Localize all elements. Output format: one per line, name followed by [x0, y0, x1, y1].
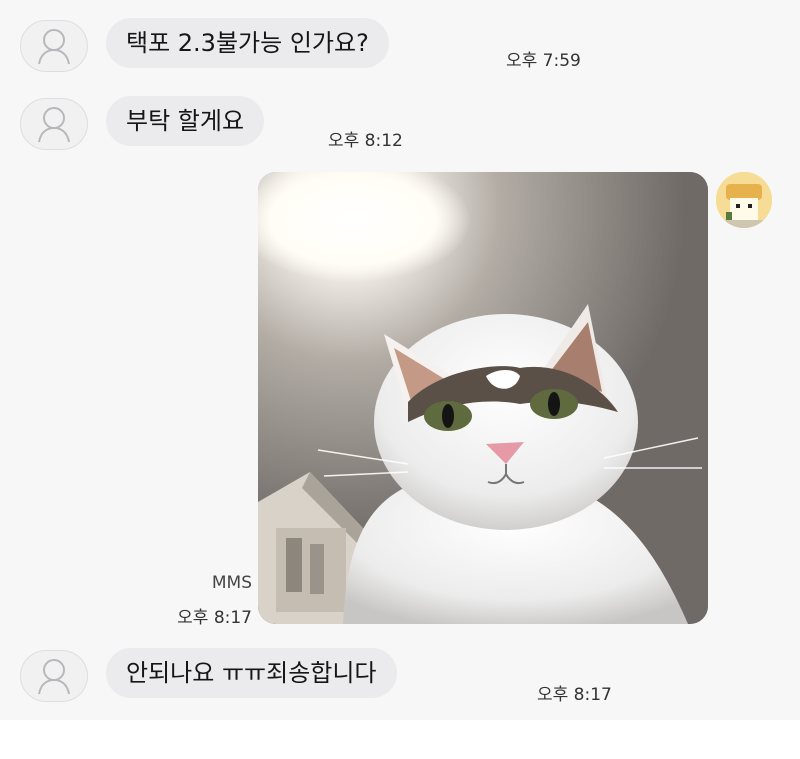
profile-picture-icon [716, 172, 772, 228]
message-time: 오후 8:17 [537, 685, 612, 705]
contact-avatar-icon[interactable] [20, 650, 88, 702]
message-time: 오후 7:59 [506, 51, 581, 71]
sent-mms-photo[interactable] [258, 172, 708, 624]
received-message-bubble[interactable]: 안되나요 ㅠㅠ죄송합니다 [106, 648, 397, 698]
contact-avatar-icon[interactable] [20, 20, 88, 72]
contact-avatar-icon[interactable] [20, 98, 88, 150]
message-time: 오후 8:17 [177, 608, 252, 628]
received-message-bubble[interactable]: 택포 2.3불가능 인가요? [106, 18, 389, 68]
cat-photo [258, 172, 708, 624]
my-avatar[interactable] [716, 172, 772, 228]
chat-thread: 택포 2.3불가능 인가요? 오후 7:59 부탁 할게요 오후 8:12 MM… [0, 0, 800, 720]
person-outline-icon [38, 107, 70, 143]
message-time: 오후 8:12 [328, 131, 403, 151]
mms-label: MMS [211, 573, 252, 593]
person-outline-icon [38, 659, 70, 695]
received-message-bubble[interactable]: 부탁 할게요 [106, 96, 265, 146]
person-outline-icon [38, 29, 70, 65]
